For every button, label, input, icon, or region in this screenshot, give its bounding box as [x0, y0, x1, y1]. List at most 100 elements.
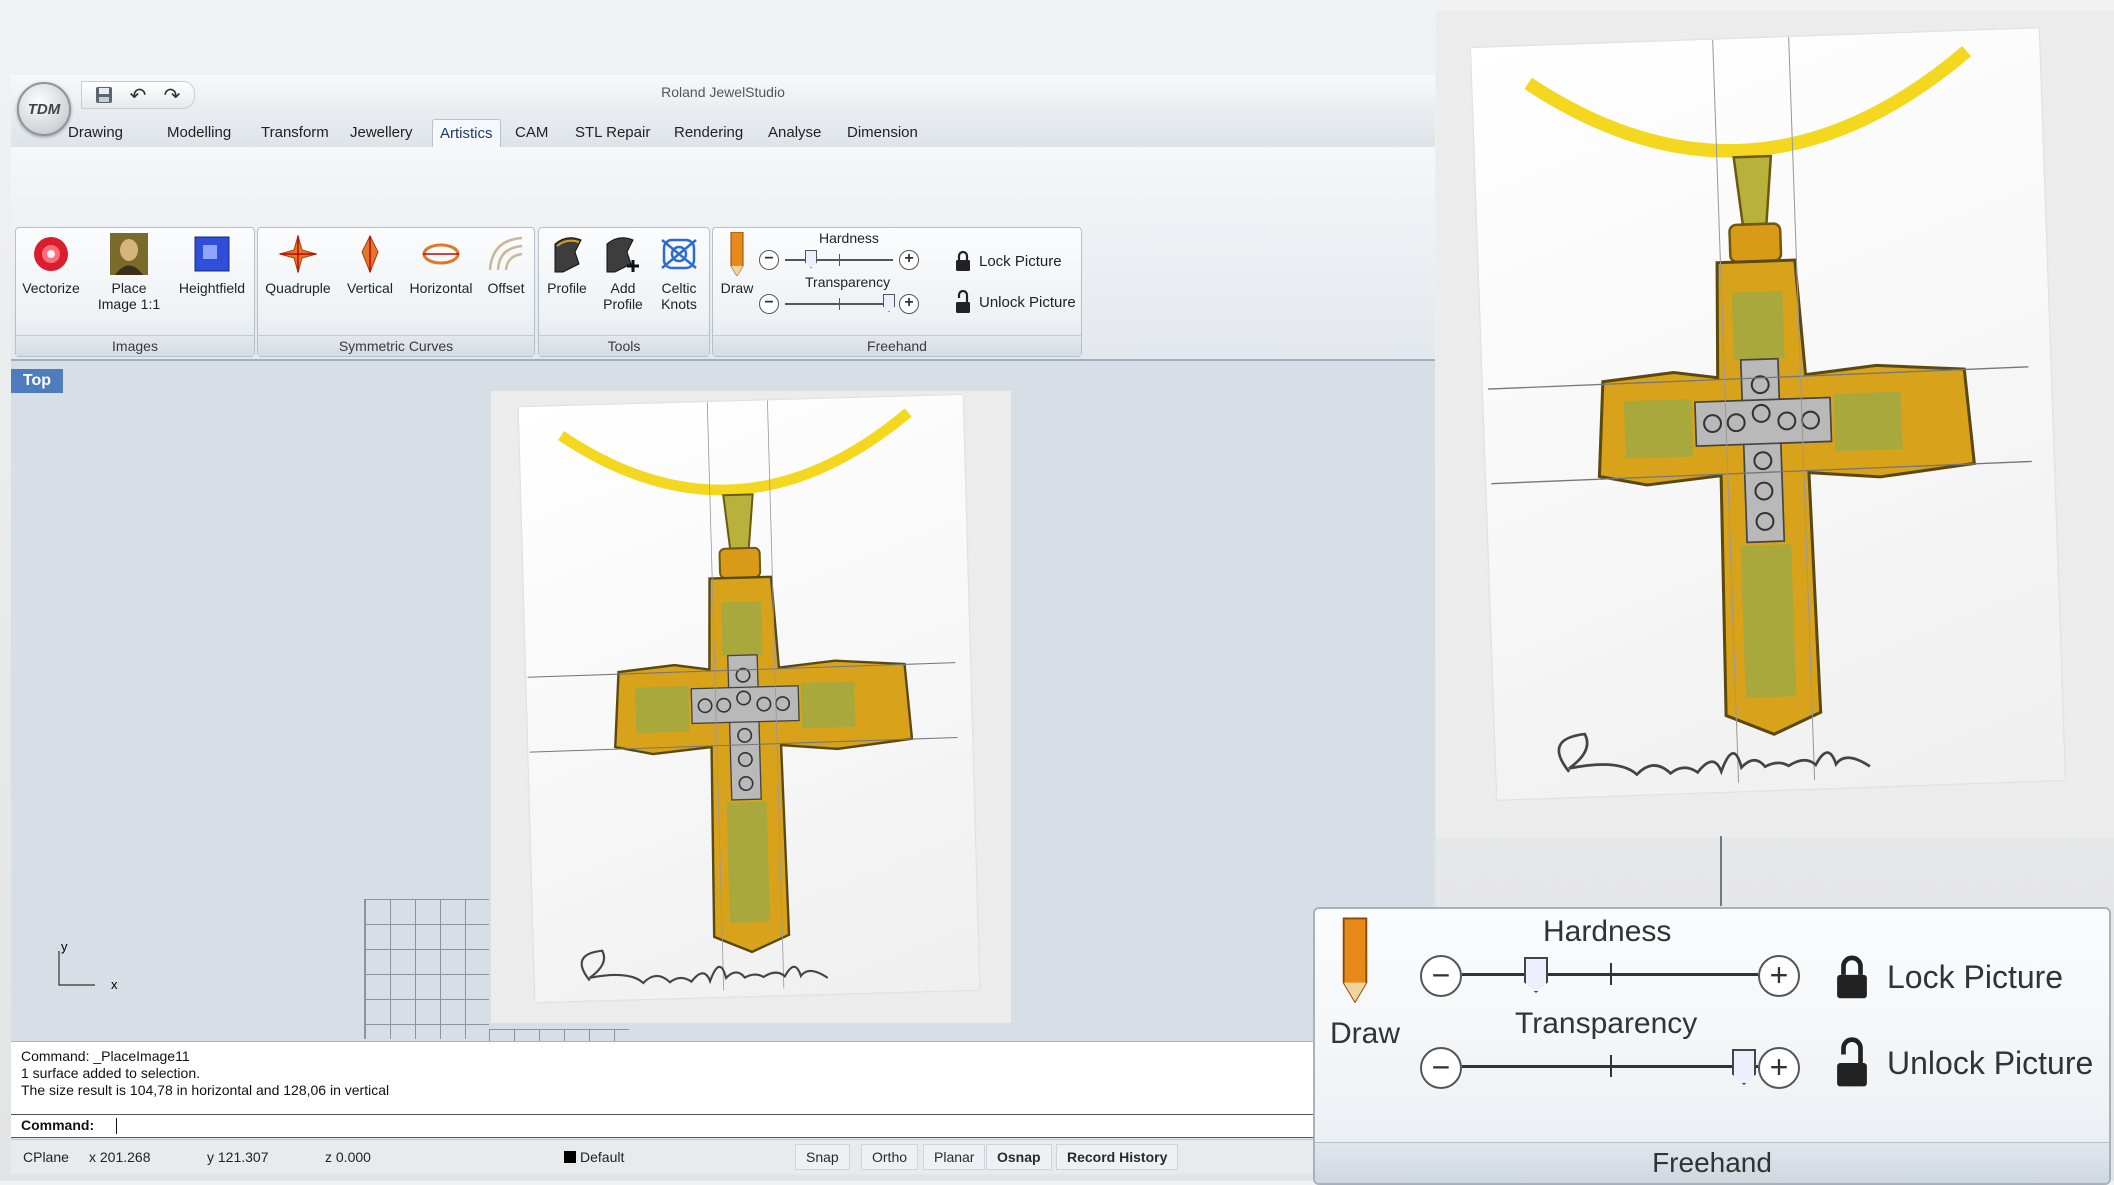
- tab-transform[interactable]: Transform: [254, 119, 336, 147]
- sketch-paper-large: [1471, 28, 2065, 800]
- profile-icon: [545, 232, 589, 276]
- vertical-button[interactable]: Vertical: [338, 232, 402, 296]
- tab-jewellery[interactable]: Jewellery: [343, 119, 420, 147]
- history-line: Command: _PlaceImage11: [21, 1048, 190, 1064]
- hardness-increase-icon[interactable]: +: [899, 250, 919, 270]
- osnap-toggle[interactable]: Osnap: [986, 1144, 1052, 1170]
- draw-button[interactable]: Draw: [715, 232, 759, 296]
- tab-cam[interactable]: CAM: [508, 119, 555, 147]
- history-line: 1 surface added to selection.: [21, 1065, 201, 1081]
- tab-dimension[interactable]: Dimension: [840, 119, 925, 147]
- vectorize-label: Vectorize: [22, 280, 80, 296]
- portrait-icon: [107, 232, 151, 276]
- unlock-picture-button[interactable]: Unlock Picture: [955, 290, 1076, 314]
- horizontal-button[interactable]: Horizontal: [404, 232, 478, 296]
- transparency-decrease-icon[interactable]: −: [759, 294, 779, 314]
- unlock-icon-large: [1837, 1037, 1867, 1087]
- group-freehand: Draw Hardness − + Transparency − + Lock …: [712, 227, 1082, 357]
- draw-label-large: Draw: [1330, 1017, 1401, 1050]
- app-title: Roland JewelStudio: [661, 84, 785, 100]
- offset-icon: [484, 232, 528, 276]
- heightfield-button[interactable]: Heightfield: [174, 232, 250, 296]
- redo-icon[interactable]: ↷: [160, 84, 184, 107]
- celtic-knots-button[interactable]: Celtic Knots: [653, 232, 705, 312]
- unlock-picture-button-large[interactable]: Unlock Picture: [1835, 1037, 2093, 1089]
- tab-stl-repair[interactable]: STL Repair: [568, 119, 657, 147]
- inset-divider: [1720, 836, 1722, 906]
- transparency-tick: [839, 298, 840, 310]
- ribbon-tab-bar: Drawing Modelling Transform Jewellery Ar…: [11, 113, 1435, 148]
- group-symmetric-curves-label: Symmetric Curves: [258, 335, 534, 356]
- hardness-thumb-large[interactable]: [1524, 957, 1548, 993]
- hardness-slider-large[interactable]: − +: [1420, 951, 1800, 997]
- x-coordinate: x 201.268: [89, 1149, 151, 1165]
- lock-picture-button[interactable]: Lock Picture: [955, 250, 1062, 272]
- transparency-slider-large[interactable]: − +: [1420, 1043, 1800, 1089]
- lock-picture-button-large[interactable]: Lock Picture: [1835, 953, 2063, 1001]
- top-viewport[interactable]: Top y x: [11, 361, 1435, 1041]
- add-profile-icon: [601, 232, 645, 276]
- place-image-label-1: Place: [111, 280, 147, 296]
- command-line[interactable]: Command:: [11, 1114, 1435, 1138]
- hardness-label-large: Hardness: [1543, 915, 1672, 948]
- save-icon[interactable]: [92, 84, 116, 106]
- planar-toggle[interactable]: Planar: [923, 1144, 986, 1170]
- app-logo-button[interactable]: TDM: [17, 82, 71, 136]
- hardness-increase-icon-large[interactable]: +: [1758, 955, 1800, 997]
- tab-analyse[interactable]: Analyse: [761, 119, 828, 147]
- pencil-icon: [715, 232, 759, 276]
- snap-toggle[interactable]: Snap: [795, 1144, 850, 1170]
- undo-icon[interactable]: ↶: [126, 84, 150, 107]
- transparency-decrease-icon-large[interactable]: −: [1420, 1047, 1462, 1089]
- transparency-tick-large: [1610, 1055, 1612, 1077]
- placed-sketch-image[interactable]: [491, 391, 1011, 1023]
- tab-artistics[interactable]: Artistics: [432, 119, 501, 148]
- transparency-increase-icon-large[interactable]: +: [1758, 1047, 1800, 1089]
- layer-name: Default: [580, 1149, 625, 1165]
- status-bar: CPlane x 201.268 y 121.307 z 0.000 Defau…: [11, 1139, 1435, 1174]
- hardness-thumb[interactable]: [805, 250, 817, 268]
- add-profile-button[interactable]: Add Profile: [597, 232, 649, 312]
- group-freehand-label: Freehand: [713, 335, 1081, 356]
- hardness-decrease-icon[interactable]: −: [759, 250, 779, 270]
- place-image-button[interactable]: Place Image 1:1: [94, 232, 164, 312]
- viewport-name[interactable]: Top: [11, 369, 63, 393]
- transparency-thumb-large[interactable]: [1732, 1049, 1756, 1085]
- ribbon-panel: Vectorize Place Image 1:1 Heightfield Im…: [11, 147, 1435, 361]
- command-prompt: Command:: [21, 1117, 95, 1133]
- vectorize-icon: [29, 232, 73, 276]
- tab-drawing[interactable]: Drawing: [61, 119, 130, 147]
- tab-modelling[interactable]: Modelling: [160, 119, 238, 147]
- record-history-toggle[interactable]: Record History: [1056, 1144, 1179, 1170]
- unlock-picture-label-large: Unlock Picture: [1887, 1044, 2094, 1081]
- ortho-toggle[interactable]: Ortho: [861, 1144, 919, 1170]
- sketch-zoom-inset: [1436, 10, 2114, 838]
- cplane-status[interactable]: CPlane: [23, 1149, 69, 1165]
- hardness-decrease-icon-large[interactable]: −: [1420, 955, 1462, 997]
- quadruple-label: Quadruple: [265, 280, 331, 296]
- profile-button[interactable]: Profile: [541, 232, 593, 296]
- cross-pendant-sketch: [519, 395, 979, 1002]
- history-line: The size result is 104,78 in horizontal …: [21, 1082, 390, 1098]
- lock-picture-label-large: Lock Picture: [1887, 958, 2064, 995]
- layer-color-swatch: [564, 1151, 576, 1163]
- draw-label: Draw: [720, 280, 754, 296]
- lock-picture-label: Lock Picture: [979, 252, 1062, 270]
- quick-access-toolbar: ↶ ↷: [81, 81, 195, 109]
- draw-button-large[interactable]: [1335, 917, 1375, 1008]
- transparency-thumb[interactable]: [883, 294, 895, 312]
- command-input-caret: [116, 1118, 117, 1134]
- command-history-panel: Command: _PlaceImage11 1 surface added t…: [11, 1041, 1435, 1138]
- transparency-increase-icon[interactable]: +: [899, 294, 919, 314]
- tab-rendering[interactable]: Rendering: [667, 119, 750, 147]
- transparency-slider[interactable]: − +: [759, 292, 919, 316]
- hardness-slider[interactable]: − +: [759, 248, 919, 272]
- heightfield-icon: [190, 232, 234, 276]
- title-bar: Roland JewelStudio ↶ ↷: [11, 75, 1435, 114]
- layer-status[interactable]: Default: [564, 1149, 624, 1165]
- construction-grid-bottom: [489, 1029, 629, 1041]
- celtic-knots-label-2: Knots: [661, 296, 697, 312]
- vectorize-button[interactable]: Vectorize: [20, 232, 82, 296]
- offset-button[interactable]: Offset: [480, 232, 532, 296]
- quadruple-button[interactable]: Quadruple: [262, 232, 334, 296]
